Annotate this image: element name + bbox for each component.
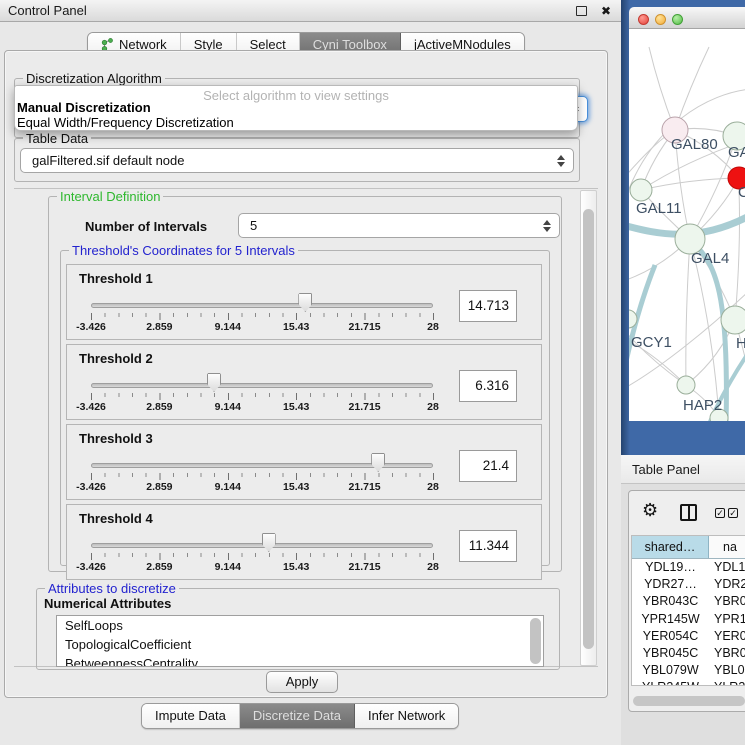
node-gal11[interactable] — [630, 179, 652, 201]
table-panel-titlebar: Table Panel — [621, 455, 745, 484]
numerical-attributes-label: Numerical Attributes — [44, 596, 171, 611]
panel-title: Control Panel — [0, 3, 576, 18]
label-h-partial: H — [736, 335, 745, 352]
network-graph: GAL80 GA C GAL11 GAL4 GCY1 H HAP2 — [629, 29, 745, 421]
application-window: Control Panel ✖ Network Style Select Cyn… — [0, 0, 745, 745]
threshold-1-label: Threshold 1 — [79, 271, 153, 286]
label-gal80: GAL80 — [671, 136, 718, 153]
combo-stepper-icon — [557, 155, 565, 167]
threshold-2-slider-thumb[interactable] — [207, 373, 221, 392]
column-header-name[interactable]: na — [709, 536, 745, 558]
checkbox-icon[interactable]: ✓ — [728, 508, 738, 518]
list-item[interactable]: SelfLoops — [57, 616, 543, 635]
dropdown-item-equal-width[interactable]: Equal Width/Frequency Discretization — [17, 115, 234, 130]
threshold-3-label: Threshold 3 — [79, 431, 153, 446]
numerical-attributes-list[interactable]: SelfLoops TopologicalCoefficient Between… — [56, 615, 544, 667]
table-row[interactable]: YDR27…YDR2 — [632, 576, 745, 593]
combo-stepper-icon — [543, 220, 551, 232]
threshold-4-panel: Threshold 4 -3.426 2.859 9.144 15.43 21.… — [66, 504, 542, 580]
threshold-1-slider-thumb[interactable] — [298, 293, 312, 312]
threshold-2-label: Threshold 2 — [79, 351, 153, 366]
threshold-1-slider-track[interactable] — [91, 303, 433, 308]
label-hap2: HAP2 — [683, 397, 722, 414]
apply-button[interactable]: Apply — [266, 671, 338, 693]
number-of-intervals-value: 5 — [250, 218, 257, 233]
algorithm-dropdown-popup: Select algorithm to view settings Manual… — [14, 85, 578, 131]
slider-tick-labels: -3.426 2.859 9.144 15.43 21.715 28 — [91, 321, 433, 333]
slider-ticks — [91, 313, 434, 320]
zoom-traffic-light-icon[interactable] — [672, 14, 683, 25]
table-data-label: Table Data — [23, 131, 91, 146]
threshold-4-slider-thumb[interactable] — [262, 533, 276, 552]
threshold-1-panel: Threshold 1 -3.426 2.859 9.144 15.43 21.… — [66, 264, 542, 340]
network-window-titlebar — [629, 7, 745, 29]
minimize-traffic-light-icon[interactable] — [655, 14, 666, 25]
table-panel-title: Table Panel — [621, 455, 745, 477]
horizontal-scrollbar-thumb[interactable] — [633, 696, 745, 706]
table-panel-card: ⚙ ✓ ✓ shared… na YDL19…YDL1 YDR27…YDR2 Y… — [628, 490, 745, 712]
number-of-intervals-combobox[interactable]: 5 — [238, 213, 560, 238]
label-gal11: GAL11 — [636, 200, 682, 217]
label-c-partial: C — [738, 184, 745, 201]
slider-ticks — [91, 553, 434, 560]
slider-tick-labels: -3.426 2.859 9.144 15.43 21.715 28 — [91, 561, 433, 573]
tab-infer-network[interactable]: Infer Network — [355, 704, 458, 728]
table-row[interactable]: YPR145WYPR1 — [632, 611, 745, 628]
threshold-1-value-field[interactable]: 14.713 — [459, 290, 517, 322]
tab-impute-data[interactable]: Impute Data — [142, 704, 240, 728]
checkbox-icon[interactable]: ✓ — [715, 508, 725, 518]
interval-definition-label: Interval Definition — [57, 189, 163, 204]
tab-discretize-data[interactable]: Discretize Data — [240, 704, 355, 728]
bottom-tabs: Impute Data Discretize Data Infer Networ… — [141, 703, 459, 729]
split-columns-icon[interactable] — [680, 504, 697, 521]
threshold-2-value-field[interactable]: 6.316 — [459, 370, 517, 402]
slider-tick-labels: -3.426 2.859 9.144 15.43 21.715 28 — [91, 481, 433, 493]
threshold-3-panel: Threshold 3 -3.426 2.859 9.144 15.43 21.… — [66, 424, 542, 500]
slider-tick-labels: -3.426 2.859 9.144 15.43 21.715 28 — [91, 401, 433, 413]
list-item[interactable]: TopologicalCoefficient — [57, 635, 543, 654]
vertical-scrollbar[interactable] — [580, 190, 597, 666]
gear-icon[interactable]: ⚙ — [642, 500, 658, 521]
close-icon[interactable]: ✖ — [601, 4, 611, 18]
discretization-algorithm-label: Discretization Algorithm — [23, 71, 165, 86]
threshold-2-slider-track[interactable] — [91, 383, 433, 388]
table-row[interactable]: YLR345WYLR3 — [632, 679, 745, 686]
list-item[interactable]: BetweennessCentrality — [57, 654, 543, 667]
table-row[interactable]: YER054CYER0 — [632, 628, 745, 645]
close-traffic-light-icon[interactable] — [638, 14, 649, 25]
threshold-4-label: Threshold 4 — [79, 511, 153, 526]
column-header-shared-name[interactable]: shared… — [632, 536, 709, 558]
threshold-2-panel: Threshold 2 -3.426 2.859 9.144 15.43 21.… — [66, 344, 542, 420]
attributes-group-label: Attributes to discretize — [45, 581, 179, 596]
table-data-combobox[interactable]: galFiltered.sif default node — [20, 148, 574, 173]
table-row[interactable]: YBR045CYBR0 — [632, 645, 745, 662]
table-row[interactable]: YBR043CYBR0 — [632, 593, 745, 610]
dropdown-item-manual-discretization[interactable]: Manual Discretization — [17, 100, 151, 115]
network-canvas[interactable]: GAL80 GA C GAL11 GAL4 GCY1 H HAP2 — [629, 29, 745, 421]
table-row[interactable]: YDL19…YDL1 — [632, 559, 745, 576]
label-ga-partial: GA — [728, 144, 745, 161]
threshold-3-value-field[interactable]: 21.4 — [459, 450, 517, 482]
float-window-icon[interactable] — [576, 6, 587, 16]
node-table: shared… na YDL19…YDL1 YDR27…YDR2 YBR043C… — [631, 535, 745, 686]
list-scrollbar-thumb[interactable] — [530, 618, 541, 664]
number-of-intervals-label: Number of Intervals — [85, 219, 207, 234]
table-header-row: shared… na — [632, 536, 745, 559]
label-gal4: GAL4 — [691, 250, 729, 267]
slider-ticks — [91, 473, 434, 480]
thresholds-group-label: Threshold's Coordinates for 5 Intervals — [69, 243, 298, 258]
table-data-value: galFiltered.sif default node — [32, 153, 184, 168]
table-toolbar: ⚙ ✓ ✓ — [629, 491, 745, 533]
node-h-partial[interactable] — [721, 306, 745, 334]
threshold-4-value-field[interactable]: 11.344 — [459, 530, 517, 562]
slider-ticks — [91, 393, 434, 400]
control-panel-titlebar: Control Panel ✖ — [0, 0, 621, 22]
threshold-3-slider-thumb[interactable] — [371, 453, 385, 472]
label-gcy1: GCY1 — [631, 334, 672, 351]
table-row[interactable]: YBL079WYBL0 — [632, 662, 745, 679]
node-hap2[interactable] — [677, 376, 695, 394]
vertical-scrollbar-thumb[interactable] — [583, 209, 594, 649]
